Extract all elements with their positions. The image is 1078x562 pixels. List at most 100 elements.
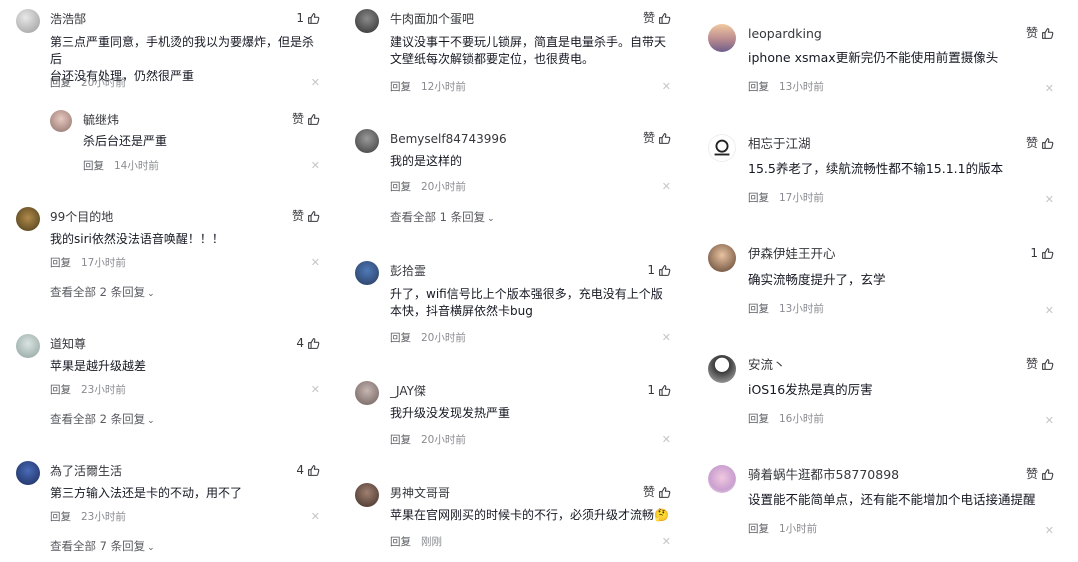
close-icon[interactable]: ✕ <box>662 180 671 194</box>
close-icon[interactable]: ✕ <box>311 383 320 397</box>
view-all-replies-link[interactable]: 查看全部 1 条回复 ⌄ <box>390 209 495 227</box>
close-icon[interactable]: ✕ <box>662 331 671 345</box>
comment-username[interactable]: 男神文哥哥 <box>390 485 450 501</box>
like-count: 1 <box>647 383 655 397</box>
like-button[interactable]: 赞 <box>643 130 671 146</box>
close-icon[interactable]: ✕ <box>311 510 320 524</box>
comment-text-line: 确实流畅度提升了，玄学 <box>748 272 886 287</box>
avatar[interactable] <box>708 244 736 272</box>
avatar[interactable] <box>50 110 72 132</box>
avatar[interactable] <box>16 207 40 231</box>
avatar[interactable] <box>708 355 736 383</box>
close-icon[interactable]: ✕ <box>1045 414 1054 428</box>
comment-username[interactable]: 彭拾霊 <box>390 263 426 279</box>
reply-button[interactable]: 回复 <box>748 412 769 426</box>
comment-text: 15.5养老了，续航流畅性都不输15.1.1的版本 <box>748 160 1003 177</box>
close-icon[interactable]: ✕ <box>662 80 671 94</box>
like-button[interactable]: 赞 <box>1026 466 1054 482</box>
avatar[interactable] <box>708 465 736 493</box>
avatar[interactable] <box>16 334 40 358</box>
reply-button[interactable]: 回复 <box>748 80 769 94</box>
view-all-replies-link[interactable]: 查看全部 2 条回复 ⌄ <box>50 411 155 429</box>
like-button[interactable]: 1 <box>1030 245 1054 261</box>
like-button[interactable]: 赞 <box>1026 25 1054 41</box>
comment-username[interactable]: 相忘于江湖 <box>748 136 811 152</box>
avatar[interactable] <box>708 24 736 52</box>
reply-button[interactable]: 回复 <box>748 302 769 316</box>
close-icon[interactable]: ✕ <box>1045 524 1054 538</box>
avatar[interactable] <box>16 461 40 485</box>
thumb-up-icon[interactable] <box>307 113 320 126</box>
reply-button[interactable]: 回复 <box>390 433 411 447</box>
thumb-up-icon[interactable] <box>307 337 320 350</box>
close-icon[interactable]: ✕ <box>662 535 671 549</box>
reply-button[interactable]: 回复 <box>390 180 411 194</box>
close-icon[interactable]: ✕ <box>1045 193 1054 207</box>
reply-username[interactable]: 毓继炜 <box>83 112 119 128</box>
comment-username[interactable]: 99个目的地 <box>50 209 113 225</box>
comment-username[interactable]: 浩浩郜 <box>50 11 86 27</box>
avatar[interactable] <box>355 381 379 405</box>
like-button[interactable]: 1 <box>647 262 671 278</box>
reply-button[interactable]: 回复 <box>390 535 411 549</box>
reply-button[interactable]: 回复 <box>748 191 769 205</box>
like-button[interactable]: 赞 <box>1026 356 1054 372</box>
close-icon[interactable]: ✕ <box>1045 304 1054 318</box>
thumb-up-icon[interactable] <box>1041 247 1054 260</box>
close-icon[interactable]: ✕ <box>311 76 320 90</box>
reply-button[interactable]: 回复 <box>50 510 71 524</box>
thumb-up-icon[interactable] <box>307 210 320 223</box>
reply-button[interactable]: 回复 <box>390 331 411 345</box>
reply-button[interactable]: 回复 <box>390 80 411 94</box>
thumb-up-icon[interactable] <box>1041 137 1054 150</box>
view-all-replies-link[interactable]: 查看全部 2 条回复 ⌄ <box>50 284 155 302</box>
like-button[interactable]: 赞 <box>1026 135 1054 151</box>
like-count: 1 <box>296 11 304 25</box>
reply-button[interactable]: 回复 <box>748 522 769 536</box>
avatar[interactable] <box>355 9 379 33</box>
thumb-up-icon[interactable] <box>658 486 671 499</box>
like-button[interactable]: 1 <box>647 382 671 398</box>
close-icon[interactable]: ✕ <box>1045 82 1054 96</box>
like-button[interactable]: 4 <box>296 335 320 351</box>
comment-username[interactable]: 骑着蜗牛逛都市58770898 <box>748 467 899 483</box>
like-button[interactable]: 赞 <box>292 111 320 127</box>
thumb-up-icon[interactable] <box>1041 27 1054 40</box>
like-button[interactable]: 1 <box>296 10 320 26</box>
reply-button[interactable]: 回复 <box>50 256 71 270</box>
comment-username[interactable]: _JAY傑 <box>390 383 426 399</box>
comment-username[interactable]: 安流丶 <box>748 357 786 373</box>
view-all-replies-link[interactable]: 查看全部 7 条回复 ⌄ <box>50 538 155 556</box>
avatar[interactable] <box>355 261 379 285</box>
reply-button[interactable]: 回复 <box>50 383 71 397</box>
thumb-up-icon[interactable] <box>658 12 671 25</box>
close-icon[interactable]: ✕ <box>311 256 320 270</box>
thumb-up-icon[interactable] <box>307 12 320 25</box>
comment-username[interactable]: leopardking <box>748 26 822 42</box>
avatar[interactable] <box>708 134 736 162</box>
thumb-up-icon[interactable] <box>658 132 671 145</box>
like-button[interactable]: 赞 <box>292 208 320 224</box>
like-button[interactable]: 赞 <box>643 484 671 500</box>
close-icon[interactable]: ✕ <box>311 159 320 173</box>
thumb-up-icon[interactable] <box>1041 468 1054 481</box>
avatar[interactable] <box>16 9 40 33</box>
avatar[interactable] <box>355 483 379 507</box>
thumb-up-icon[interactable] <box>307 464 320 477</box>
thumb-up-icon[interactable] <box>658 264 671 277</box>
like-button[interactable]: 4 <box>296 462 320 478</box>
avatar[interactable] <box>355 129 379 153</box>
comment-username[interactable]: 伊森伊娃王开心 <box>748 246 836 262</box>
reply-button[interactable]: 回复 <box>83 159 104 173</box>
thumb-up-icon[interactable] <box>658 384 671 397</box>
thumb-up-icon[interactable] <box>1041 358 1054 371</box>
like-count: 赞 <box>1025 357 1038 371</box>
comment-meta: 回复 12小时前 <box>390 80 466 94</box>
comment-username[interactable]: 為了活爾生活 <box>50 463 122 479</box>
like-button[interactable]: 赞 <box>643 10 671 26</box>
reply-button[interactable]: 回复 <box>50 76 71 90</box>
comment-username[interactable]: 牛肉面加个蛋吧 <box>390 11 474 27</box>
close-icon[interactable]: ✕ <box>662 433 671 447</box>
comment-username[interactable]: Bemyself84743996 <box>390 131 507 147</box>
comment-username[interactable]: 道知尊 <box>50 336 86 352</box>
